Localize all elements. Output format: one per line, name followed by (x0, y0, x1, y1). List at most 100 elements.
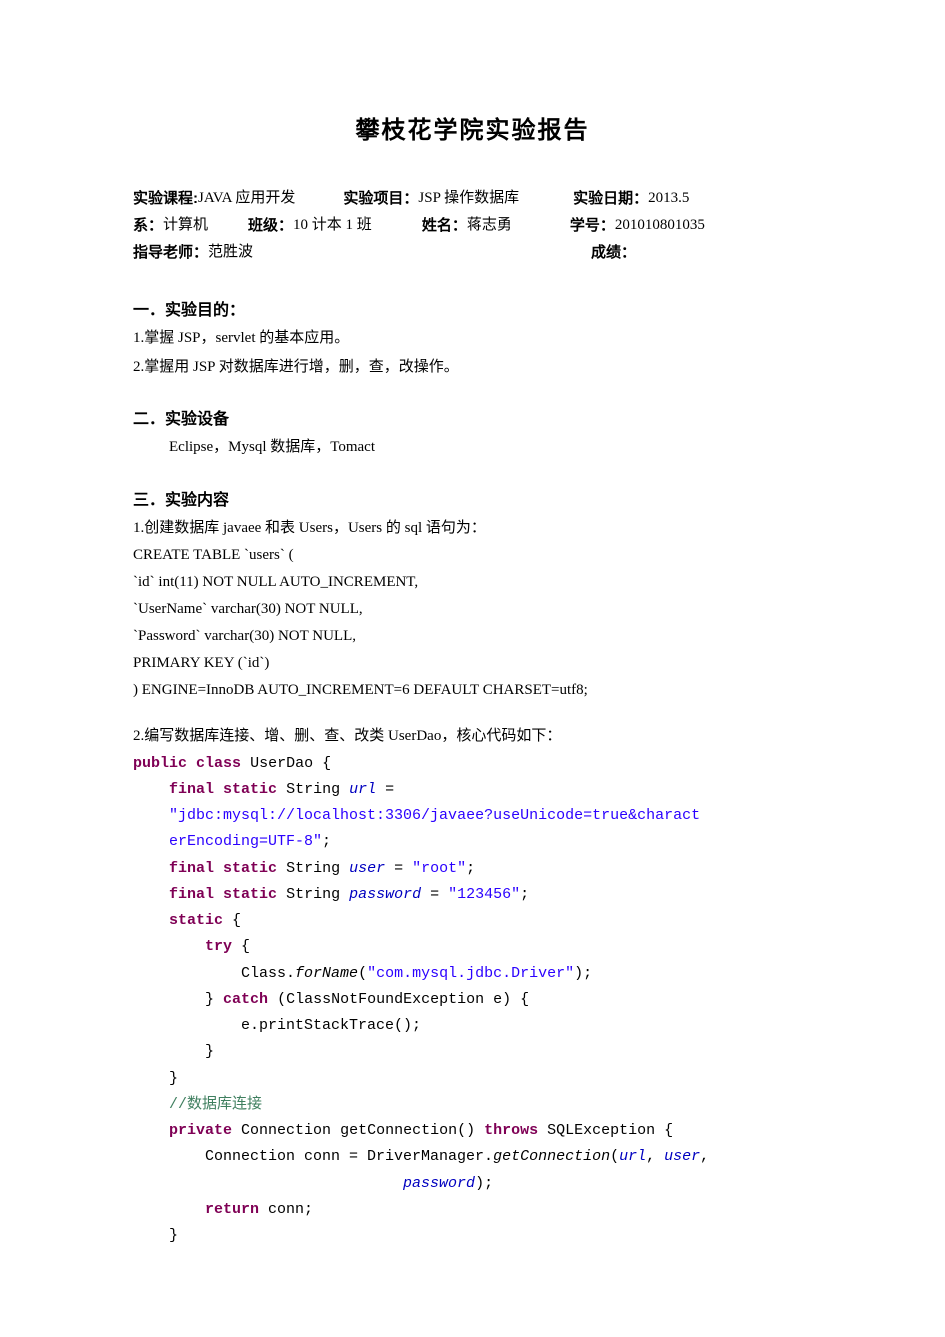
section-2-heading: 二．实验设备 (133, 405, 812, 429)
meta-row-1: 实验课程: JAVA 应用开发 实验项目： JSP 操作数据库 实验日期： 20… (133, 185, 812, 212)
spacer (512, 212, 570, 239)
sql-line: CREATE TABLE `users` ( (133, 542, 812, 569)
section-1-line-1: 1.掌握 JSP，servlet 的基本应用。 (133, 324, 812, 353)
paren-open: ( (610, 1148, 619, 1165)
ret-conn: conn; (259, 1201, 313, 1218)
str-user: "root" (412, 860, 466, 877)
name-label: 姓名： (422, 212, 467, 239)
type-sqlex: SQLException { (538, 1122, 673, 1139)
sql-line: `Password` varchar(30) NOT NULL, (133, 623, 812, 650)
conn-decl: Connection conn = DriverManager. (205, 1148, 493, 1165)
semi: ; (466, 860, 475, 877)
teacher-value: 范胜波 (208, 239, 253, 266)
sid-label: 学号： (570, 212, 615, 239)
section-3-p2: 2.编写数据库连接、增、删、查、改类 UserDao，核心代码如下： (133, 722, 812, 751)
section-1-heading: 一．实验目的： (133, 296, 812, 320)
document-page: 攀枝花学院实验报告 实验课程: JAVA 应用开发 实验项目： JSP 操作数据… (0, 0, 945, 1329)
teacher-label: 指导老师： (133, 239, 208, 266)
document-title: 攀枝花学院实验报告 (133, 110, 812, 145)
dept-label: 系： (133, 212, 163, 239)
spacer (372, 212, 422, 239)
kw-return: return (205, 1201, 259, 1218)
kw-static: static (223, 781, 277, 798)
kw-try: try (205, 938, 232, 955)
kw-class: class (196, 755, 241, 772)
eq: = (376, 781, 403, 798)
str-password: "123456" (448, 886, 520, 903)
brace-close: } (169, 1227, 178, 1244)
project-value: JSP 操作数据库 (418, 185, 519, 212)
course-label: 实验课程: (133, 185, 198, 212)
dept-value: 计算机 (163, 212, 208, 239)
meta-row-3: 指导老师： 范胜波 成绩： (133, 239, 812, 266)
sql-line: PRIMARY KEY (`id`) (133, 650, 812, 677)
class-value: 10 计本 1 班 (293, 212, 372, 239)
spacer (253, 239, 591, 266)
cls-class: Class. (241, 965, 295, 982)
kw-static: static (223, 886, 277, 903)
var-password: password (349, 886, 421, 903)
kw-final: final (169, 781, 214, 798)
type-string: String (286, 781, 340, 798)
comma: , (700, 1148, 718, 1165)
kw-throws: throws (484, 1122, 538, 1139)
brace-close: } (205, 991, 214, 1008)
section-2-line-1: Eclipse，Mysql 数据库，Tomact (133, 433, 812, 462)
m-forname: forName (295, 965, 358, 982)
class-name: UserDao { (250, 755, 331, 772)
code-block: public class UserDao { final static Stri… (133, 751, 812, 1250)
meta-row-2: 系： 计算机 班级： 10 计本 1 班 姓名： 蒋志勇 学号： 2010108… (133, 212, 812, 239)
comment-conn: //数据库连接 (169, 1096, 262, 1113)
project-label: 实验项目： (343, 185, 418, 212)
section-3-heading: 三．实验内容 (133, 486, 812, 510)
type-string: String (286, 860, 340, 877)
sql-line: `id` int(11) NOT NULL AUTO_INCREMENT, (133, 569, 812, 596)
m-getconnection: getConnection (493, 1148, 610, 1165)
course-value: JAVA 应用开发 (198, 185, 295, 212)
m-getconn: getConnection() (331, 1122, 484, 1139)
spacer (295, 185, 343, 212)
var-user: user (349, 860, 385, 877)
str-driver: "com.mysql.jdbc.Driver" (367, 965, 574, 982)
paren-open: ( (358, 965, 367, 982)
kw-private: private (169, 1122, 232, 1139)
date-label: 实验日期： (573, 185, 648, 212)
arg-url: url (619, 1148, 646, 1165)
semi: ; (520, 886, 529, 903)
var-url: url (349, 781, 376, 798)
section-3-p1: 1.创建数据库 javaee 和表 Users，Users 的 sql 语句为： (133, 514, 812, 543)
spacer (519, 185, 573, 212)
sql-line: `UserName` varchar(30) NOT NULL, (133, 596, 812, 623)
semi: ; (322, 833, 331, 850)
sql-line: ) ENGINE=InnoDB AUTO_INCREMENT=6 DEFAULT… (133, 677, 812, 704)
arg-password: password (403, 1175, 475, 1192)
kw-final: final (169, 886, 214, 903)
kw-static: static (223, 860, 277, 877)
brace-open: { (232, 938, 250, 955)
str-url-1: "jdbc:mysql://localhost:3306/javaee?useU… (169, 807, 700, 824)
type-string: String (286, 886, 340, 903)
comma: , (646, 1148, 664, 1165)
kw-catch: catch (223, 991, 268, 1008)
sid-value: 201010801035 (615, 212, 705, 239)
kw-final: final (169, 860, 214, 877)
stacktrace: e.printStackTrace(); (241, 1017, 421, 1034)
arg-user: user (664, 1148, 700, 1165)
grade-label: 成绩： (591, 239, 636, 266)
sql-block: CREATE TABLE `users` ( `id` int(11) NOT … (133, 542, 812, 704)
paren-close: ); (574, 965, 592, 982)
brace-close: } (169, 1070, 178, 1087)
class-label: 班级： (248, 212, 293, 239)
catch-ex: (ClassNotFoundException e) { (268, 991, 529, 1008)
name-value: 蒋志勇 (467, 212, 512, 239)
brace-open: { (223, 912, 241, 929)
date-value: 2013.5 (648, 185, 689, 212)
brace-close: } (205, 1043, 214, 1060)
str-url-2: erEncoding=UTF-8" (169, 833, 322, 850)
kw-static: static (169, 912, 223, 929)
section-1-line-2: 2.掌握用 JSP 对数据库进行增，删，查，改操作。 (133, 353, 812, 382)
kw-public: public (133, 755, 187, 772)
meta-block: 实验课程: JAVA 应用开发 实验项目： JSP 操作数据库 实验日期： 20… (133, 185, 812, 266)
type-conn: Connection (241, 1122, 331, 1139)
paren-close: ); (475, 1175, 493, 1192)
